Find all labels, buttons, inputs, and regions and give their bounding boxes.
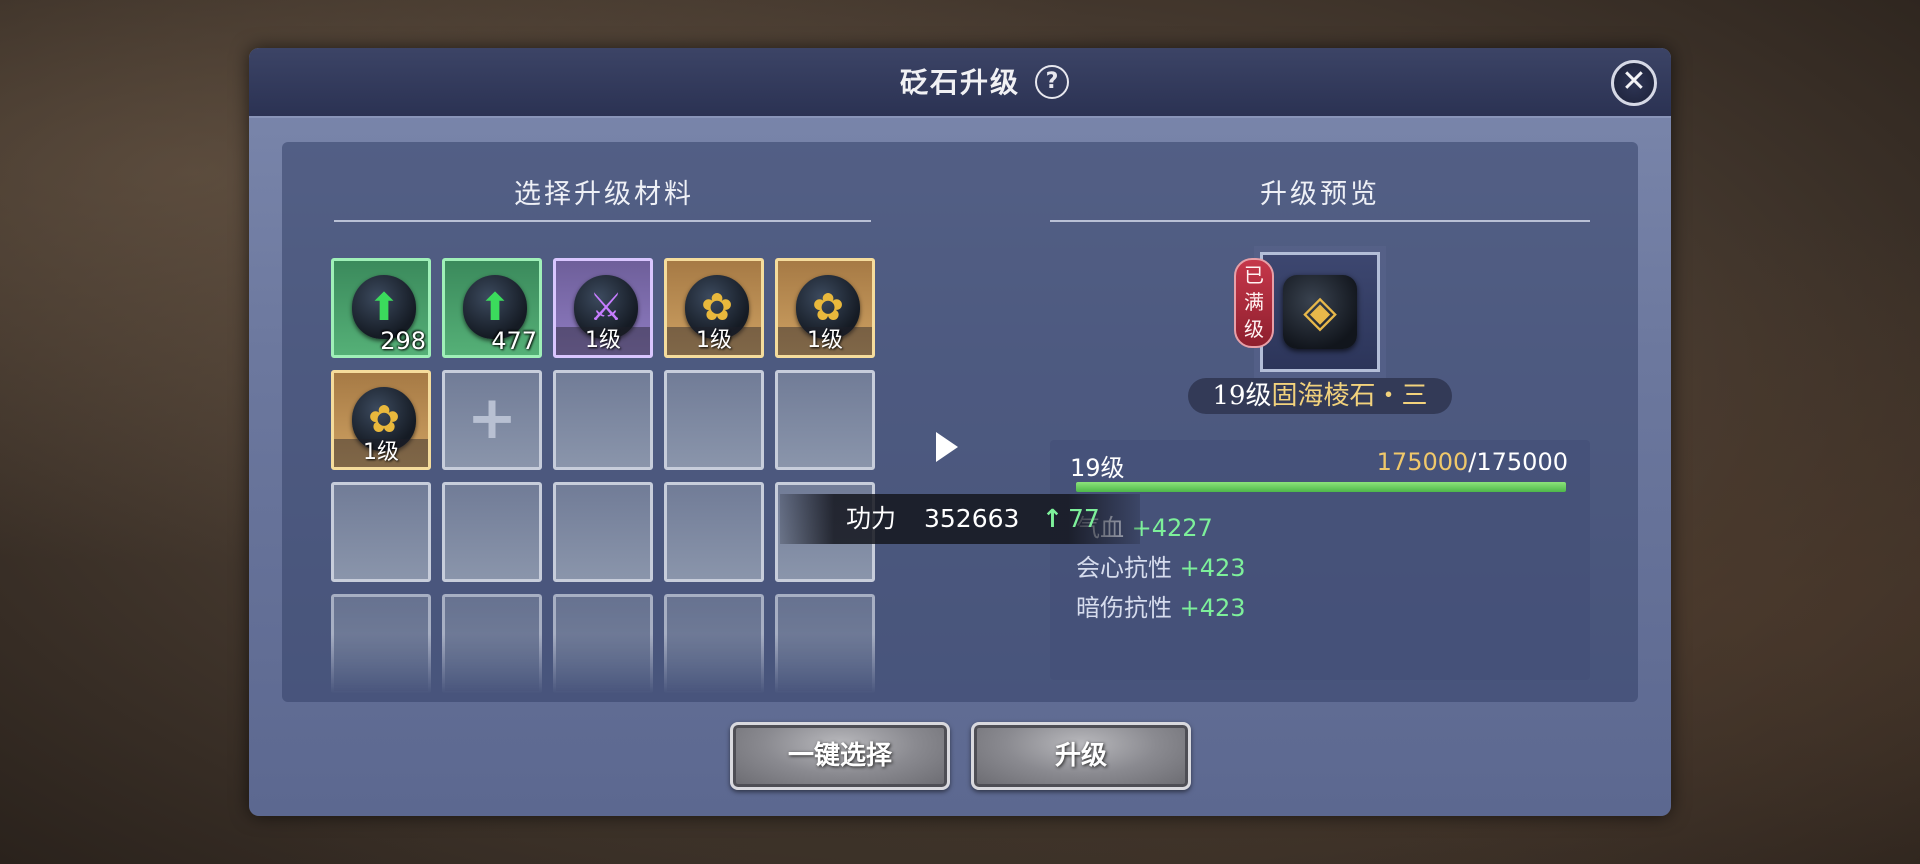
help-icon[interactable]: ? <box>1035 65 1069 99</box>
add-material-slot[interactable]: + <box>442 370 542 470</box>
exp-progress-bar <box>1076 482 1566 492</box>
auto-select-button[interactable]: 一键选择 <box>730 722 950 790</box>
stat-name: 暗伤抗性 <box>1076 594 1172 622</box>
empty-material-slot[interactable] <box>553 370 653 470</box>
slot-level-label: 1级 <box>667 327 761 355</box>
arrow-right-icon <box>936 432 958 462</box>
preview-item-level: 19级 <box>1212 381 1272 411</box>
stat-row: 暗伤抗性 +423 <box>1076 588 1246 623</box>
empty-material-slot[interactable] <box>442 482 542 582</box>
stats-panel: 19级 175000/175000 气血 +4227会心抗性 +423暗伤抗性 … <box>1050 440 1590 680</box>
slot-count: 477 <box>491 327 537 355</box>
empty-material-slot[interactable] <box>553 482 653 582</box>
exp-progress-fill <box>1076 482 1566 492</box>
empty-material-slot[interactable] <box>664 370 764 470</box>
materials-title: 选择升级材料 <box>514 179 694 210</box>
power-tooltip: 功力 352663 ↑ 77 <box>780 494 1140 544</box>
stat-value: +4227 <box>1131 514 1213 542</box>
preview-title: 升级预览 <box>1260 179 1380 210</box>
shield-drop-gem-icon: ◈ <box>1283 275 1357 349</box>
slot-count: 298 <box>380 327 426 355</box>
exp-current: 175000 <box>1376 448 1469 476</box>
empty-material-slot[interactable] <box>775 594 875 694</box>
stat-row: 会心抗性 +423 <box>1076 548 1246 583</box>
title-bar: 砭石升级 ? ✕ <box>249 48 1671 118</box>
upgrade-button[interactable]: 升级 <box>971 722 1191 790</box>
preview-item-title: 固海棱石・三 <box>1271 381 1428 411</box>
stats-level: 19级 <box>1070 454 1125 482</box>
slot-level-label: 1级 <box>556 327 650 355</box>
empty-material-slot[interactable] <box>664 482 764 582</box>
dialog-title: 砭石升级 <box>899 66 1020 99</box>
slot-level-label: 1级 <box>334 439 428 467</box>
exp-max: 175000 <box>1476 448 1568 476</box>
power-delta: 77 <box>1068 504 1100 533</box>
empty-material-slot[interactable] <box>331 482 431 582</box>
power-up-arrow-icon: ↑ <box>1042 504 1063 533</box>
stat-name: 会心抗性 <box>1076 554 1172 582</box>
exp-text: 175000/175000 <box>1377 448 1568 476</box>
material-slot[interactable]: ✿ 1级 <box>775 258 875 358</box>
maxed-badge-text: 已满级 <box>1244 263 1264 341</box>
empty-material-slot[interactable] <box>331 594 431 694</box>
preview-item-name: 19级固海棱石・三 <box>1188 378 1452 414</box>
close-icon[interactable]: ✕ <box>1611 60 1657 106</box>
material-slot[interactable]: ✿ 1级 <box>664 258 764 358</box>
maxed-badge: 已满级 <box>1234 258 1274 348</box>
preview-item-frame[interactable]: ◈ <box>1254 246 1386 378</box>
empty-material-slot[interactable] <box>442 594 542 694</box>
material-slot[interactable]: ✿ 1级 <box>331 370 431 470</box>
material-slot[interactable]: ⬆ 477 <box>442 258 542 358</box>
preview-divider <box>1050 220 1590 222</box>
materials-divider <box>334 220 871 222</box>
empty-material-slot[interactable] <box>775 370 875 470</box>
stat-value: +423 <box>1179 594 1246 622</box>
power-value: 352663 <box>924 504 1020 533</box>
empty-material-slot[interactable] <box>553 594 653 694</box>
material-slot[interactable]: ⬆ 298 <box>331 258 431 358</box>
slot-level-label: 1级 <box>778 327 872 355</box>
plus-icon: + <box>466 383 518 453</box>
stat-value: +423 <box>1179 554 1246 582</box>
material-slot[interactable]: ⚔ 1级 <box>553 258 653 358</box>
power-label: 功力 <box>846 504 897 533</box>
empty-material-slot[interactable] <box>664 594 764 694</box>
